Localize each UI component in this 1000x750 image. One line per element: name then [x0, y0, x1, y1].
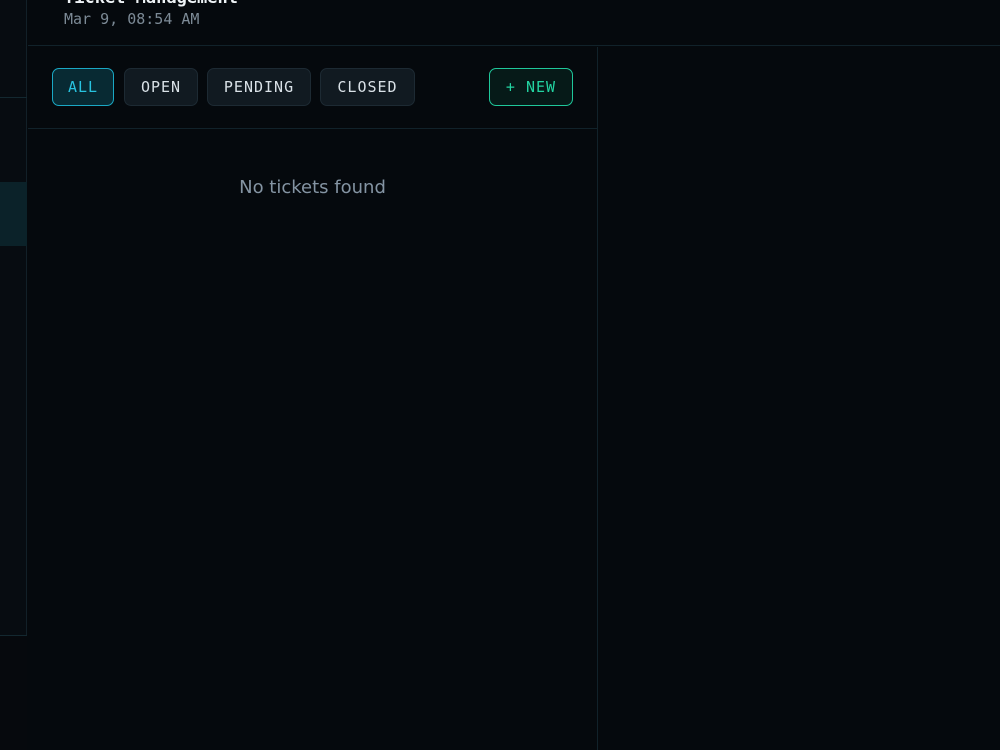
filter-open-button[interactable]: OPEN — [124, 68, 198, 106]
filter-pending-button[interactable]: PENDING — [207, 68, 311, 106]
page-header: Ticket Management Mar 9, 08:54 AM — [28, 0, 1000, 46]
sidebar-item-active[interactable] — [0, 182, 27, 246]
ticket-detail-panel — [598, 47, 1000, 750]
filter-closed-button[interactable]: CLOSED — [320, 68, 415, 106]
page-timestamp: Mar 9, 08:54 AM — [64, 10, 200, 28]
page-title: Ticket Management — [64, 0, 238, 8]
filter-all-button[interactable]: ALL — [52, 68, 114, 106]
ticket-list-panel: ALL OPEN PENDING CLOSED + NEW No tickets… — [28, 47, 598, 750]
filter-bar: ALL OPEN PENDING CLOSED + NEW — [28, 47, 597, 129]
sidebar — [0, 0, 27, 750]
sidebar-divider — [0, 97, 27, 98]
app-root: Ticket Management Mar 9, 08:54 AM ALL OP… — [0, 0, 1000, 750]
sidebar-footer — [0, 636, 27, 750]
new-ticket-button[interactable]: + NEW — [489, 68, 573, 106]
empty-state-message: No tickets found — [239, 177, 386, 198]
